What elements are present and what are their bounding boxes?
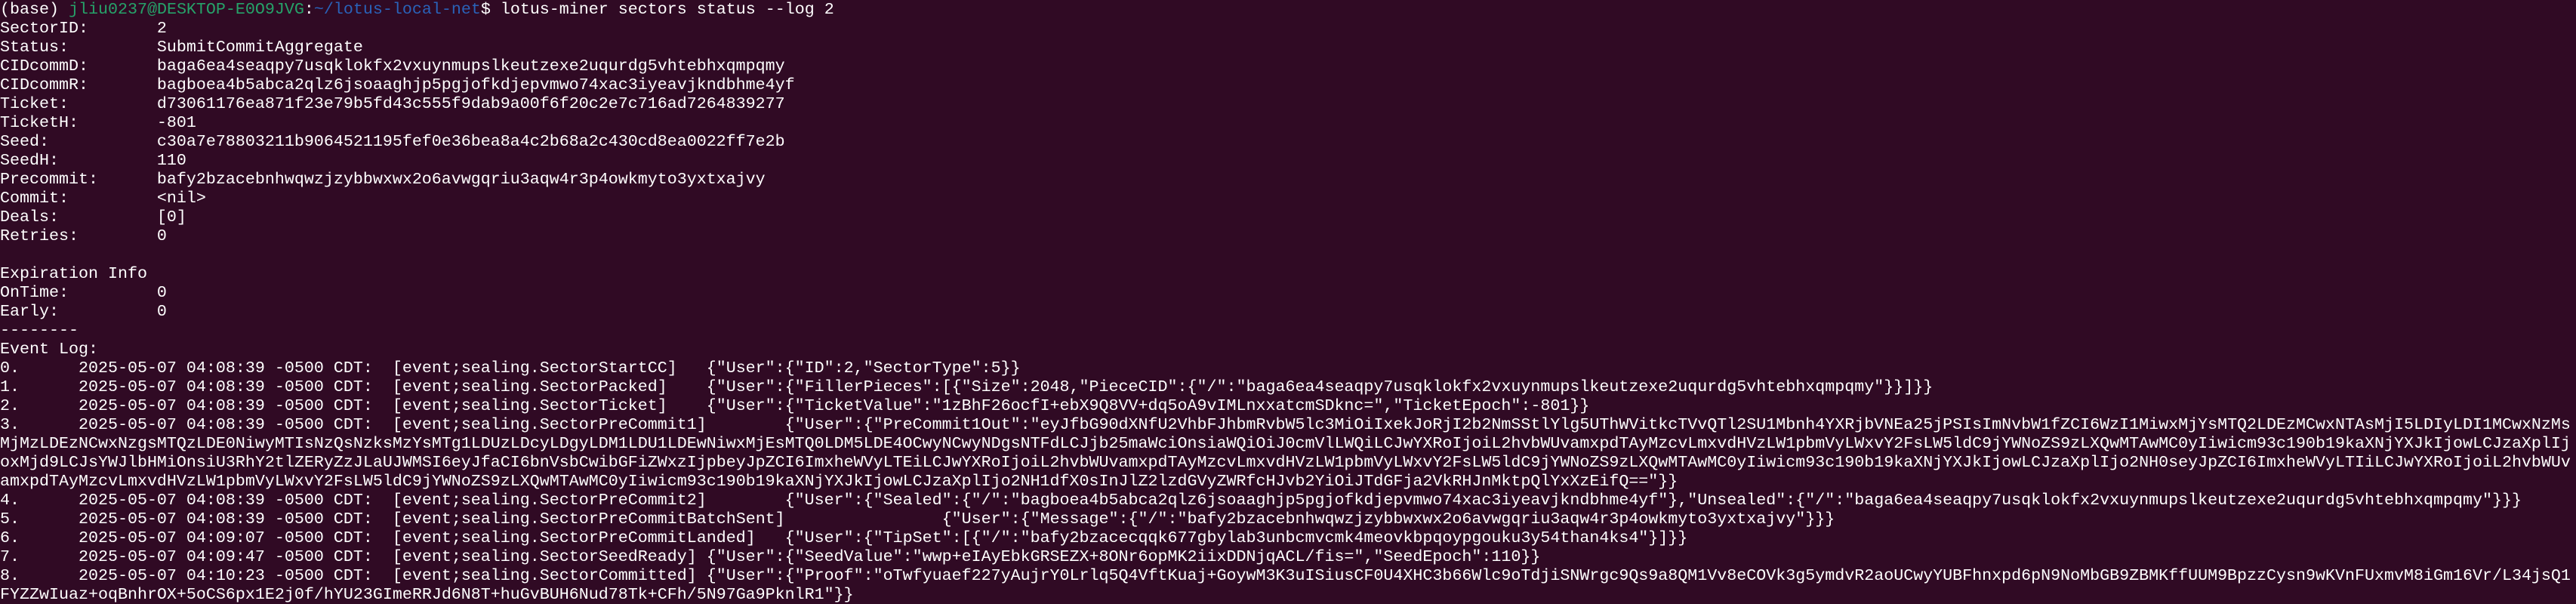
prompt-line: (base) jliu0237@DESKTOP-E0O9JVG:~/lotus-… xyxy=(0,0,2576,19)
event-index: 8. xyxy=(0,566,20,585)
event-index: 6. xyxy=(0,528,20,547)
field-value: <nil> xyxy=(156,189,206,208)
field-on-time: OnTime: 0 xyxy=(0,283,2576,302)
event-data: {"User":{"TipSet":[{"/":"bafy2bzacecqqk6… xyxy=(784,528,1688,547)
field-label: Status: xyxy=(0,38,69,57)
event-time: 2025-05-07 04:08:39 -0500 CDT: xyxy=(78,415,373,434)
field-label: SectorID: xyxy=(0,19,88,38)
user-host: jliu0237@DESKTOP-E0O9JVG xyxy=(68,0,304,19)
event-time: 2025-05-07 04:08:39 -0500 CDT: xyxy=(78,396,373,415)
event-index: 1. xyxy=(0,378,20,396)
field-deals: Deals: [0] xyxy=(0,208,2576,226)
field-early: Early: 0 xyxy=(0,302,2576,321)
field-value: 0 xyxy=(156,283,167,302)
event-data: {"User":{"PreCommit1Out":"eyJfbG90dXNfU2… xyxy=(0,415,2571,491)
event-time: 2025-05-07 04:08:39 -0500 CDT: xyxy=(78,491,373,510)
event-data: {"User":{"SeedValue":"wwp+eIAyEbkGRSEZX+… xyxy=(706,547,1541,566)
field-value: c30a7e78803211b9064521195fef0e36bea8a4c2… xyxy=(156,132,785,151)
field-ticket: Ticket: d73061176ea871f23e79b5fd43c555f9d… xyxy=(0,94,2576,113)
field-label: SeedH: xyxy=(0,151,59,170)
terminal-output[interactable]: (base) jliu0237@DESKTOP-E0O9JVG:~/lotus-… xyxy=(0,0,2576,604)
event-name: [event;sealing.SectorPacked] xyxy=(392,378,667,396)
field-value: d73061176ea871f23e79b5fd43c555f9dab9a00f… xyxy=(156,94,785,113)
field-label: Commit: xyxy=(0,189,69,208)
event-log-entry: 4. 2025-05-07 04:08:39 -0500 CDT: [event… xyxy=(0,491,2576,510)
event-log-entry: 8. 2025-05-07 04:10:23 -0500 CDT: [event… xyxy=(0,566,2576,604)
event-name: [event;sealing.SectorPreCommit1] xyxy=(392,415,707,434)
event-index: 3. xyxy=(0,415,20,434)
event-log-entry: 1. 2025-05-07 04:08:39 -0500 CDT: [event… xyxy=(0,378,2576,396)
field-label: CIDcommD: xyxy=(0,57,88,76)
event-log-entry: 3. 2025-05-07 04:08:39 -0500 CDT: [event… xyxy=(0,415,2576,491)
field-label: Seed: xyxy=(0,132,49,151)
field-cid-comm-d: CIDcommD: baga6ea4seaqpy7usqklokfx2vxuynm… xyxy=(0,57,2576,76)
field-value: bagboea4b5abca2qlz6jsoaaghjp5pgjofkdjepv… xyxy=(156,76,795,94)
working-directory: ~/lotus-local-net xyxy=(313,0,481,19)
field-label: Ticket: xyxy=(0,94,69,113)
conda-env: (base) xyxy=(0,0,69,19)
prompt-colon: : xyxy=(304,0,314,19)
event-time: 2025-05-07 04:08:39 -0500 CDT: xyxy=(78,378,373,396)
field-commit: Commit: <nil> xyxy=(0,189,2576,208)
field-value: baga6ea4seaqpy7usqklokfx2vxuynmupslkeutz… xyxy=(156,57,785,76)
field-label: CIDcommR: xyxy=(0,76,88,94)
field-sector-id: SectorID: 2 xyxy=(0,19,2576,38)
event-name: [event;sealing.SectorPreCommitLanded] xyxy=(392,528,756,547)
event-name: [event;sealing.SectorStartCC] xyxy=(392,359,677,378)
event-data: {"User":{"TicketValue":"1zBhF26ocfI+ebX9… xyxy=(706,396,1590,415)
field-value: SubmitCommitAggregate xyxy=(156,38,363,57)
event-time: 2025-05-07 04:10:23 -0500 CDT: xyxy=(78,566,373,585)
event-log-title: Event Log: xyxy=(0,340,98,359)
field-label: OnTime: xyxy=(0,283,69,302)
event-name: [event;sealing.SectorPreCommitBatchSent] xyxy=(392,510,785,528)
field-precommit: Precommit: bafy2bzacebnhwqwzjzybbwxwx2o6a… xyxy=(0,170,2576,189)
field-value: 0 xyxy=(156,226,167,245)
event-data: {"User":{"ID":2,"SectorType":5}} xyxy=(706,359,1021,378)
prompt-dollar: $ xyxy=(480,0,501,19)
event-time: 2025-05-07 04:08:39 -0500 CDT: xyxy=(78,359,373,378)
field-retries: Retries: 0 xyxy=(0,226,2576,245)
event-index: 0. xyxy=(0,359,20,378)
event-log-entry: 0. 2025-05-07 04:08:39 -0500 CDT: [event… xyxy=(0,359,2576,378)
event-log-entry: 5. 2025-05-07 04:08:39 -0500 CDT: [event… xyxy=(0,510,2576,528)
event-time: 2025-05-07 04:09:47 -0500 CDT: xyxy=(78,547,373,566)
command-text: lotus-miner sectors status --log 2 xyxy=(500,0,834,19)
field-cid-comm-r: CIDcommR: bagboea4b5abca2qlz6jsoaaghjp5pg… xyxy=(0,76,2576,94)
event-log-entry: 2. 2025-05-07 04:08:39 -0500 CDT: [event… xyxy=(0,396,2576,415)
event-data: {"User":{"Message":{"/":"bafy2bzacebnhwq… xyxy=(941,510,1835,528)
event-data: {"User":{"Proof":"oTwfyuaef227yAujrY0Lrl… xyxy=(0,566,2571,604)
event-index: 4. xyxy=(0,491,20,510)
event-name: [event;sealing.SectorSeedReady] xyxy=(392,547,697,566)
field-seed: Seed: c30a7e78803211b9064521195fef0e36bea… xyxy=(0,132,2576,151)
field-label: TicketH: xyxy=(0,113,79,132)
field-value: -801 xyxy=(156,113,196,132)
field-status: Status: SubmitCommitAggregate xyxy=(0,38,2576,57)
field-value: 2 xyxy=(156,19,167,38)
field-value: [0] xyxy=(156,208,186,226)
event-log-entry: 7. 2025-05-07 04:09:47 -0500 CDT: [event… xyxy=(0,547,2576,566)
event-name: [event;sealing.SectorPreCommit2] xyxy=(392,491,707,510)
field-label: Retries: xyxy=(0,226,79,245)
expiration-title: Expiration Info xyxy=(0,264,147,283)
event-name: [event;sealing.SectorCommitted] xyxy=(392,566,697,585)
event-index: 7. xyxy=(0,547,20,566)
field-value: 110 xyxy=(156,151,186,170)
event-index: 5. xyxy=(0,510,20,528)
event-log-entry: 6. 2025-05-07 04:09:07 -0500 CDT: [event… xyxy=(0,528,2576,547)
event-time: 2025-05-07 04:08:39 -0500 CDT: xyxy=(78,510,373,528)
field-ticket-h: TicketH: -801 xyxy=(0,113,2576,132)
event-data: {"User":{"Sealed":{"/":"bagboea4b5abca2q… xyxy=(784,491,2522,510)
separator: -------- xyxy=(0,321,79,340)
field-seed-h: SeedH: 110 xyxy=(0,151,2576,170)
event-index: 2. xyxy=(0,396,20,415)
field-value: bafy2bzacebnhwqwzjzybbwxwx2o6avwgqriu3aq… xyxy=(156,170,766,189)
field-label: Deals: xyxy=(0,208,59,226)
event-time: 2025-05-07 04:09:07 -0500 CDT: xyxy=(78,528,373,547)
field-value: 0 xyxy=(156,302,167,321)
event-name: [event;sealing.SectorTicket] xyxy=(392,396,667,415)
field-label: Early: xyxy=(0,302,59,321)
field-label: Precommit: xyxy=(0,170,98,189)
event-data: {"User":{"FillerPieces":[{"Size":2048,"P… xyxy=(706,378,1934,396)
